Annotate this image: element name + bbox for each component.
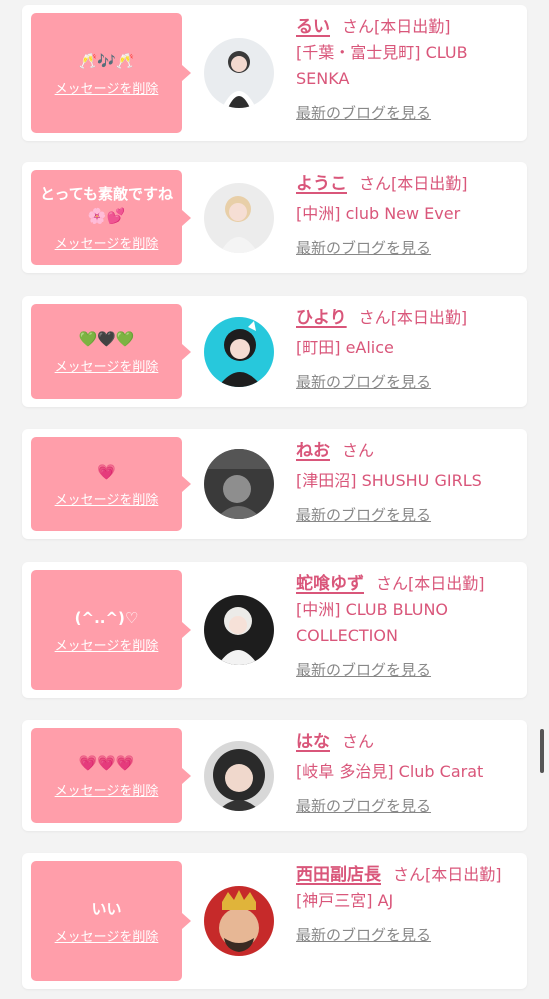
cast-name[interactable]: るい — [296, 17, 330, 37]
message-text: とっても素敵ですね🌸💕 — [39, 185, 174, 225]
message-text: 💗 — [97, 462, 116, 481]
status-label: [本日出勤] — [408, 574, 485, 593]
blog-link[interactable]: 最新のブログを見る — [296, 922, 518, 948]
message-card: とっても素敵ですね🌸💕 メッセージを削除 ようこ さん[本日出勤] [中洲] cl… — [22, 162, 527, 273]
delete-message-link[interactable]: メッセージを削除 — [55, 780, 159, 799]
status-label: [本日出勤] — [374, 17, 451, 36]
avatar[interactable] — [204, 183, 274, 253]
honorific: さん — [376, 574, 409, 593]
cast-info: ひより さん[本日出勤] [町田] eAlice 最新のブログを見る — [296, 305, 518, 395]
cast-info: ようこ さん[本日出勤] [中洲] club New Ever 最新のブログを見る — [296, 171, 518, 261]
cast-name[interactable]: ようこ — [296, 174, 347, 194]
message-bubble: (^..^)♡ メッセージを削除 — [31, 570, 191, 690]
delete-message-link[interactable]: メッセージを削除 — [55, 635, 159, 654]
message-card: 💗💗💗 メッセージを削除 はな さん [岐阜 多治見] Club Carat 最新… — [22, 720, 527, 831]
avatar[interactable] — [204, 317, 274, 387]
message-bubble: とっても素敵ですね🌸💕 メッセージを削除 — [31, 170, 191, 265]
cast-name[interactable]: 西田副店長 — [296, 865, 381, 885]
message-text: 💗💗💗 — [78, 754, 135, 772]
avatar[interactable] — [204, 449, 274, 519]
delete-message-link[interactable]: メッセージを削除 — [55, 926, 159, 945]
status-label: [本日出勤] — [391, 174, 468, 193]
message-text: 🥂🎶🥂 — [78, 51, 135, 70]
message-card: (^..^)♡ メッセージを削除 蛇喰ゆず さん[本日出勤] [中洲] CLUB … — [22, 562, 527, 698]
shop-name: [神戸三宮] AJ — [296, 891, 394, 910]
blog-link[interactable]: 最新のブログを見る — [296, 502, 518, 528]
avatar[interactable] — [204, 595, 274, 665]
honorific: さん — [359, 174, 392, 193]
delete-message-link[interactable]: メッセージを削除 — [55, 356, 159, 375]
honorific: さん — [342, 732, 375, 751]
status-label: [本日出勤] — [390, 308, 468, 327]
delete-message-link[interactable]: メッセージを削除 — [55, 489, 159, 508]
cast-info: 蛇喰ゆず さん[本日出勤] [中洲] CLUB BLUNO COLLECTION … — [296, 571, 518, 683]
message-card: 💚🖤💚 メッセージを削除 ひより さん[本日出勤] [町田] eAlice 最新の… — [22, 296, 527, 407]
message-bubble: 💚🖤💚 メッセージを削除 — [31, 304, 191, 399]
message-bubble: 🥂🎶🥂 メッセージを削除 — [31, 13, 191, 133]
shop-name: [津田沼] SHUSHU GIRLS — [296, 471, 482, 490]
message-text: いい — [91, 899, 122, 918]
cast-name[interactable]: はな — [296, 732, 330, 752]
cast-name[interactable]: 蛇喰ゆず — [296, 574, 364, 594]
honorific: さん — [342, 441, 375, 460]
scrollbar[interactable] — [540, 729, 544, 773]
cast-info: ねお さん [津田沼] SHUSHU GIRLS 最新のブログを見る — [296, 438, 518, 528]
shop-name: [町田] eAlice — [296, 338, 394, 357]
message-bubble: いい メッセージを削除 — [31, 861, 191, 981]
shop-name: [中洲] club New Ever — [296, 204, 461, 223]
honorific: さん — [358, 308, 391, 327]
avatar[interactable] — [204, 886, 274, 956]
blog-link[interactable]: 最新のブログを見る — [296, 657, 518, 683]
avatar[interactable] — [204, 741, 274, 811]
message-bubble: 💗💗💗 メッセージを削除 — [31, 728, 191, 823]
status-label: [本日出勤] — [425, 865, 502, 884]
shop-name: [千葉・富士見町] CLUB SENKA — [296, 43, 468, 88]
cast-info: るい さん[本日出勤] [千葉・富士見町] CLUB SENKA 最新のブログを見… — [296, 14, 518, 126]
honorific: さん — [393, 865, 426, 884]
blog-link[interactable]: 最新のブログを見る — [296, 235, 518, 261]
message-bubble: 💗 メッセージを削除 — [31, 437, 191, 531]
message-text: 💚🖤💚 — [78, 330, 135, 348]
blog-link[interactable]: 最新のブログを見る — [296, 369, 518, 395]
cast-info: 西田副店長 さん[本日出勤] [神戸三宮] AJ 最新のブログを見る — [296, 862, 518, 948]
cast-name[interactable]: ねお — [296, 441, 330, 461]
blog-link[interactable]: 最新のブログを見る — [296, 100, 518, 126]
message-card: 🥂🎶🥂 メッセージを削除 るい さん[本日出勤] [千葉・富士見町] CLUB S… — [22, 5, 527, 141]
cast-info: はな さん [岐阜 多治見] Club Carat 最新のブログを見る — [296, 729, 518, 819]
delete-message-link[interactable]: メッセージを削除 — [55, 233, 159, 252]
avatar[interactable] — [204, 38, 274, 108]
delete-message-link[interactable]: メッセージを削除 — [55, 78, 159, 97]
shop-name: [岐阜 多治見] Club Carat — [296, 762, 484, 781]
message-card: いい メッセージを削除 西田副店長 さん[本日出勤] [神戸三宮] AJ 最新のブ… — [22, 853, 527, 989]
shop-name: [中洲] CLUB BLUNO COLLECTION — [296, 600, 449, 645]
message-card: 💗 メッセージを削除 ねお さん [津田沼] SHUSHU GIRLS 最新のブロ… — [22, 429, 527, 539]
cast-name[interactable]: ひより — [296, 308, 347, 328]
honorific: さん — [342, 17, 375, 36]
message-text: (^..^)♡ — [74, 608, 139, 627]
blog-link[interactable]: 最新のブログを見る — [296, 793, 518, 819]
